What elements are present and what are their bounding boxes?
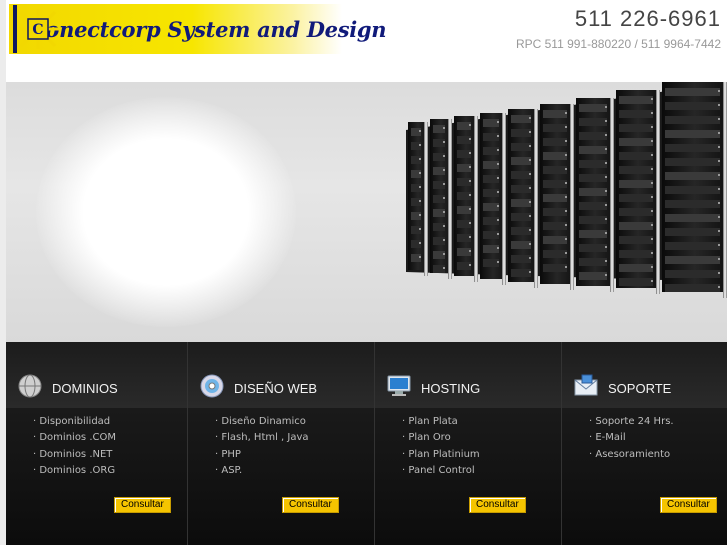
list-item[interactable]: Plan Platinium [402,447,479,463]
section-title: DOMINIOS [52,381,118,396]
consultar-button[interactable]: Consultar [282,497,339,513]
list-item[interactable]: Plan Plata [402,414,480,430]
list-item[interactable]: Disponibilidad [33,414,116,430]
monitor-icon [387,375,411,396]
consultar-button[interactable]: Consultar [469,497,526,513]
phone-number: 511 226-6961 [574,6,721,31]
globe-icon [18,374,42,398]
services-panel: DOMINIOS Disponibilidad Dominios .COM Do… [6,342,727,545]
list-item[interactable]: Dominios .ORG [33,463,116,479]
section-title: HOSTING [421,381,481,396]
logo-text: Conectcorp System and Design [29,16,387,42]
list-item[interactable]: Diseño Dinamico [215,414,309,430]
list-item[interactable]: Panel Control [402,463,480,479]
hero-banner [6,82,727,342]
list-item[interactable]: PHP [215,447,309,463]
list-item[interactable]: Soporte 24 Hrs. [589,414,673,430]
list-item[interactable]: Dominios .NET [33,447,116,463]
list-item[interactable]: E-Mail [589,430,674,446]
section-list: Soporte 24 Hrs. E-Mail Asesoramiento [589,414,674,463]
logo[interactable]: C Conectcorp System and Design [9,4,387,54]
list-item[interactable]: Plan Oro [402,430,480,446]
section-list: Diseño Dinamico Flash, Html , Java PHP A… [215,414,309,479]
svg-text:C: C [32,22,43,38]
logo-emblem-icon: C [13,5,59,53]
list-item[interactable]: Flash, Html , Java [215,430,308,446]
mail-icon [574,374,598,396]
section-hosting: HOSTING Plan Plata Plan Oro Plan Platini… [375,342,561,545]
section-diseno-web: DISEÑO WEB Diseño Dinamico Flash, Html ,… [188,342,374,545]
consultar-button[interactable]: Consultar [114,497,171,513]
cd-icon [200,374,224,398]
section-soporte: SOPORTE Soporte 24 Hrs. E-Mail Asesorami… [562,342,727,545]
consultar-button[interactable]: Consultar [660,497,717,513]
section-dominios: DOMINIOS Disponibilidad Dominios .COM Do… [6,342,187,545]
site-header: C Conectcorp System and Design 511 226-6… [6,0,727,82]
list-item[interactable]: Asesoramiento [589,447,674,463]
section-title: DISEÑO WEB [234,381,318,396]
section-title: SOPORTE [608,381,672,396]
server-racks-image [406,82,727,298]
list-item[interactable]: ASP. [215,463,309,479]
section-list: Disponibilidad Dominios .COM Dominios .N… [33,414,116,479]
rpc-numbers: RPC 511 991-880220 / 511 9964-7442 [515,37,721,51]
list-item[interactable]: Dominios .COM [33,430,116,446]
section-list: Plan Plata Plan Oro Plan Platinium Panel… [402,414,480,479]
